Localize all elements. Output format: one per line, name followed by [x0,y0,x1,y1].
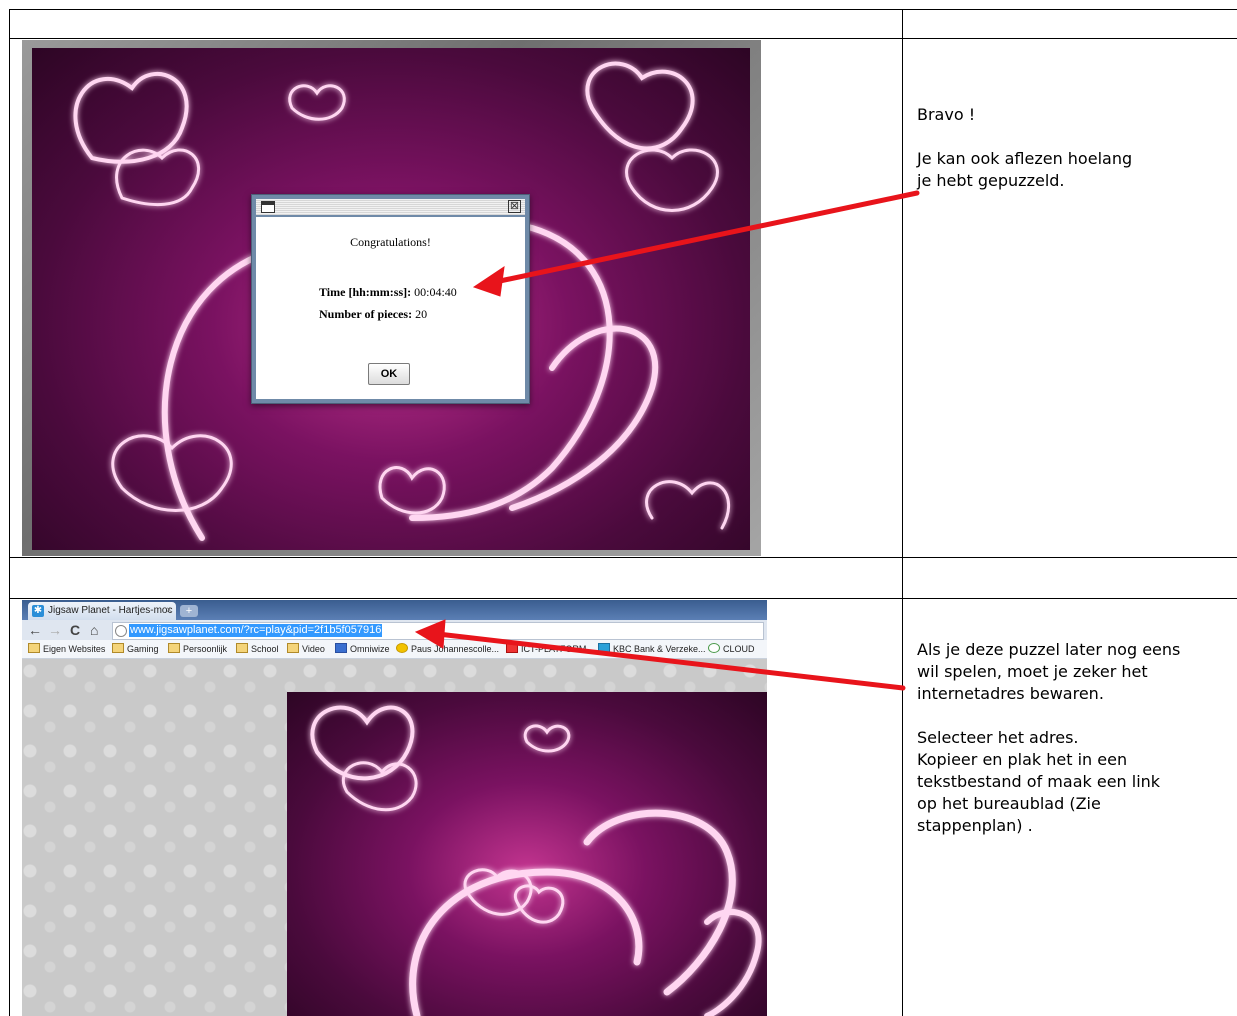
folder-icon [236,643,248,653]
note-save-line1: Als je deze puzzel later nog eens [917,640,1181,659]
url-text-selected[interactable]: www.jigsawplanet.com/?rc=play&pid=2f1b5f… [129,624,383,637]
note-save-line8: stappenplan) . [917,816,1033,835]
note-save-line4: Selecteer het adres. [917,728,1079,747]
note-save-line7: op het bureaublad (Zie [917,794,1101,813]
school-logo-icon [396,643,408,653]
ict-icon [506,643,518,653]
note-save-line2: wil spelen, moet je zeker het [917,662,1148,681]
tab-title: Jigsaw Planet - Hartjes-moc [48,605,173,616]
folder-icon [28,643,40,653]
bookmark-school[interactable]: School [236,640,279,658]
grid-line-row2 [9,557,1237,558]
dialog-body: Congratulations! Time [hh:mm:ss]: 00:04:… [256,217,525,399]
pieces-label: Number of pieces: [319,307,413,321]
tab-jigsaw-planet[interactable]: ✱ Jigsaw Planet - Hartjes-moc × [28,602,176,620]
new-tab-button[interactable]: + [180,605,198,617]
bookmark-label: Omniwize [350,644,390,654]
bookmark-label: ICT-PLATFORM [521,644,587,654]
cloud-icon [708,643,720,653]
grid-line-row1 [9,38,1237,39]
note-bravo: Bravo ! Je kan ook aflezen hoelang je he… [917,104,1227,192]
bookmark-label: School [251,644,279,654]
bookmark-omniwize[interactable]: Omniwize [335,640,390,658]
tab-bar: ✱ Jigsaw Planet - Hartjes-moc × + [22,600,767,620]
grid-line-left [9,9,10,1016]
note-save-address: Als je deze puzzel later nog eens wil sp… [917,639,1235,837]
dialog-message: Congratulations! [350,235,431,249]
pieces-value: 20 [415,307,428,321]
bookmark-video[interactable]: Video [287,640,325,658]
note-bravo-line3: je hebt gepuzzeld. [917,171,1065,190]
browser-screenshot: ✱ Jigsaw Planet - Hartjes-moc × + ← → C … [22,600,767,1016]
hearts-artwork-browser [310,705,762,1016]
note-bravo-line1: Bravo ! [917,105,976,124]
bookmark-persoonlijk[interactable]: Persoonlijk [168,640,227,658]
bookmark-label: Paus Johannescolle... [411,644,500,654]
bookmark-gaming[interactable]: Gaming [112,640,159,658]
kbc-icon [598,643,610,653]
note-save-line6: tekstbestand of maak een link [917,772,1161,791]
time-label: Time [hh:mm:ss]: [319,285,412,299]
grid-line-mid [902,9,903,1016]
tab-close-icon[interactable]: × [166,602,172,620]
bookmarks-bar: Eigen Websites Gaming Persoonlijk School… [22,640,767,659]
close-icon[interactable]: ⊠ [508,200,521,213]
bookmark-paus-johannescollege[interactable]: Paus Johannescolle... [396,640,499,658]
pieces-row: Number of pieces: 20 [319,307,427,322]
note-save-line3: internetadres bewaren. [917,684,1104,703]
window-icon [261,201,275,213]
omniwize-icon [335,643,347,653]
note-bravo-line2: Je kan ook aflezen hoelang [917,149,1133,168]
browser-toolbar: ← → C ⌂ www.jigsawplanet.com/?rc=play&pi… [22,620,767,640]
bookmark-label: Eigen Websites [43,644,106,654]
bookmark-label: KBC Bank & Verzeke... [613,644,706,654]
bookmark-label: CLOUD [723,644,755,654]
forward-icon[interactable]: → [48,622,62,638]
home-icon[interactable]: ⌂ [90,622,98,638]
note-save-spacer [917,705,1235,727]
bookmark-kbc[interactable]: KBC Bank & Verzeke... [598,640,706,658]
congratulations-dialog: ⊠ Congratulations! Time [hh:mm:ss]: 00:0… [251,194,530,404]
bookmark-label: Video [302,644,325,654]
globe-icon [115,625,127,637]
puzzle-image-browser[interactable] [287,692,767,1016]
bookmark-label: Gaming [127,644,159,654]
bookmark-eigen-websites[interactable]: Eigen Websites [28,640,105,658]
dialog-titlebar[interactable]: ⊠ [256,199,525,215]
note-save-line5: Kopieer en plak het in een [917,750,1128,769]
bookmark-label: Persoonlijk [183,644,228,654]
folder-icon [287,643,299,653]
time-value: 00:04:40 [414,285,457,299]
jigsaw-favicon-icon: ✱ [32,605,44,617]
time-row: Time [hh:mm:ss]: 00:04:40 [319,285,457,300]
folder-icon [112,643,124,653]
address-bar[interactable]: www.jigsawplanet.com/?rc=play&pid=2f1b5f… [112,622,764,640]
bookmark-cloud[interactable]: CLOUD [708,640,755,658]
bookmark-ict-platform[interactable]: ICT-PLATFORM [506,640,586,658]
back-icon[interactable]: ← [28,622,42,638]
grid-line-row3 [9,598,1237,599]
folder-icon [168,643,180,653]
grid-line-top [9,9,1237,10]
reload-icon[interactable]: C [70,622,80,638]
ok-button[interactable]: OK [368,363,410,385]
